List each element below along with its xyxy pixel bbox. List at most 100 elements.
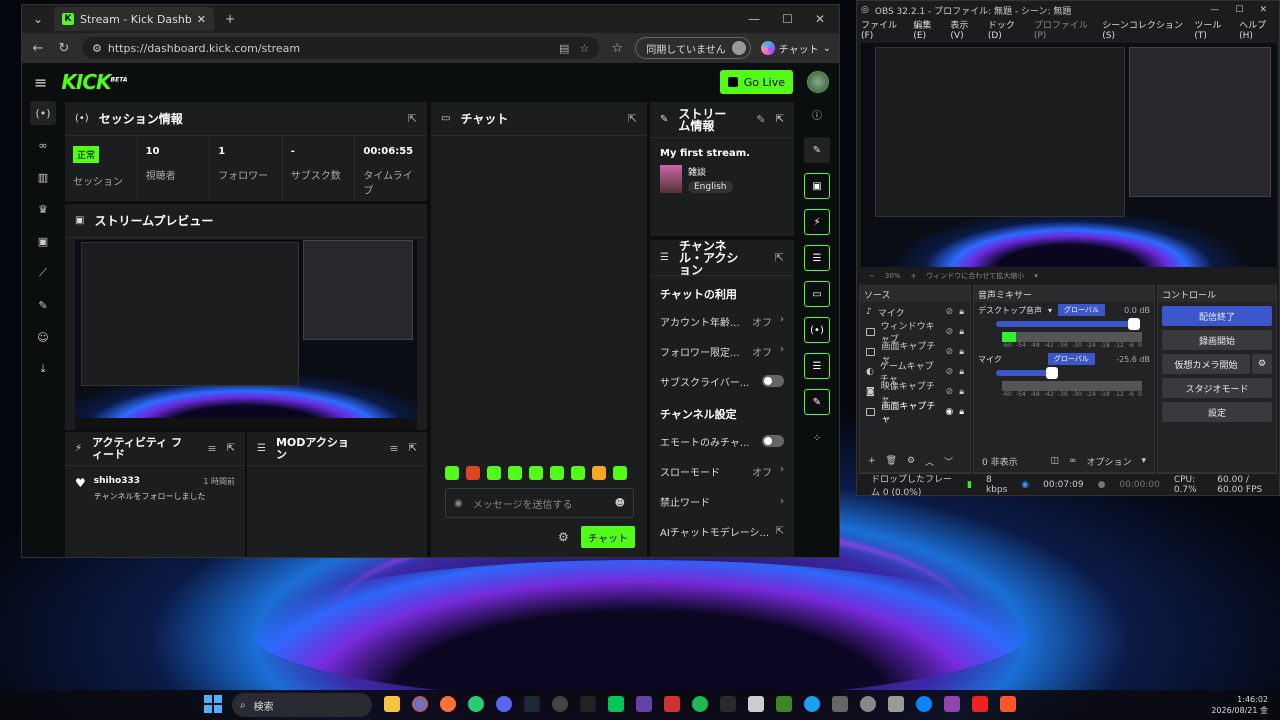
mixer-options-button[interactable]: オプション — [1086, 455, 1131, 468]
gear-icon[interactable]: ⚙ — [558, 530, 569, 544]
url-field[interactable]: ⚙ https://dashboard.kick.com/stream ▤ ☆ — [82, 37, 600, 59]
lock-icon[interactable]: 🔒︎ — [959, 387, 964, 397]
menu-profile[interactable]: プロファイル(P) — [1034, 18, 1092, 41]
chart-icon[interactable]: ⟋ — [30, 261, 56, 285]
layout-icon[interactable]: ◫ — [1050, 456, 1059, 466]
menu-tools[interactable]: ツール(T) — [1194, 18, 1229, 41]
back-icon[interactable]: ← — [30, 41, 46, 56]
maximize-icon[interactable]: ☐ — [1235, 5, 1243, 15]
gear-icon[interactable]: ⚙ — [1252, 354, 1272, 374]
edit-icon[interactable]: ✎ — [804, 137, 830, 163]
emote-icon[interactable] — [592, 466, 606, 480]
brave-icon[interactable] — [1000, 696, 1016, 712]
start-virtual-cam-button[interactable]: 仮想カメラ開始 — [1162, 354, 1250, 374]
tab-list-button[interactable]: ⌄ — [28, 9, 48, 29]
emote-icon[interactable] — [508, 466, 522, 480]
close-tab-icon[interactable]: ✕ — [197, 13, 206, 26]
gear-icon[interactable]: ⚙ — [907, 456, 915, 466]
menu-dock[interactable]: ドック(D) — [988, 18, 1024, 41]
obs-icon[interactable] — [552, 696, 568, 712]
maximize-icon[interactable]: ☐ — [782, 12, 793, 26]
download-icon[interactable]: ⤓ — [30, 357, 56, 381]
volume-slider[interactable] — [996, 318, 1140, 330]
new-tab-button[interactable]: + — [220, 9, 240, 29]
eye-off-icon[interactable]: ⊘ — [946, 367, 954, 377]
popout-icon[interactable]: ⇱ — [776, 114, 784, 125]
lock-icon[interactable]: 🔒︎ — [959, 367, 964, 377]
menu-help[interactable]: ヘルプ(H) — [1239, 18, 1275, 41]
vivaldi-icon[interactable] — [972, 696, 988, 712]
minecraft-icon[interactable] — [776, 696, 792, 712]
go-live-button[interactable]: Go Live — [719, 70, 793, 94]
chevron-down-icon[interactable]: ▾ — [1048, 306, 1052, 315]
menu-view[interactable]: 表示(V) — [950, 18, 977, 41]
start-recording-button[interactable]: 録画開始 — [1162, 330, 1272, 350]
video-icon[interactable]: ▣ — [30, 229, 56, 253]
volume-slider[interactable] — [996, 367, 1058, 379]
menu-edit[interactable]: 編集(E) — [913, 18, 940, 41]
volume-knob[interactable] — [1128, 318, 1140, 330]
chat-app-icon[interactable] — [804, 696, 820, 712]
app-icon[interactable] — [832, 696, 848, 712]
browser-icon[interactable] — [468, 696, 484, 712]
lock-icon[interactable]: 🔒︎ — [959, 327, 964, 337]
notepad-icon[interactable] — [748, 696, 764, 712]
smile-icon[interactable]: ☻ — [615, 498, 625, 509]
subscribers-only-toggle[interactable] — [762, 375, 784, 387]
eye-off-icon[interactable]: ⊘ — [946, 307, 954, 317]
stop-streaming-button[interactable]: 配信終了 — [1162, 306, 1272, 326]
emote-icon[interactable] — [466, 466, 480, 480]
volume-knob[interactable] — [1046, 367, 1058, 379]
lock-icon[interactable]: 🔒︎ — [959, 407, 964, 417]
tab-kick-dashboard[interactable]: K Stream - Kick Dashboard ✕ — [54, 7, 214, 31]
wrench-icon[interactable]: ✎ — [30, 293, 56, 317]
site-info-icon[interactable]: ⚙ — [92, 42, 102, 55]
favorites-icon[interactable]: ☆ — [609, 41, 625, 56]
ai-moderation-row[interactable]: AIチャットモデレーシ... ⇱ — [650, 516, 794, 546]
info-icon[interactable]: ⓘ — [804, 101, 830, 127]
user-avatar[interactable] — [807, 71, 829, 93]
chat-input[interactable]: ◉ メッセージを送信する ☻ — [445, 488, 634, 518]
stream-preview[interactable] — [75, 240, 417, 430]
spotify-icon[interactable] — [692, 696, 708, 712]
explorer-icon[interactable] — [384, 696, 400, 712]
trophy-icon[interactable]: ♛ — [30, 197, 56, 221]
source-item[interactable]: 画面キャプチャ ◉ 🔒︎ — [860, 402, 970, 425]
emote-icon[interactable] — [529, 466, 543, 480]
chrome-icon[interactable] — [412, 696, 428, 712]
users-icon[interactable]: ☺ — [30, 325, 56, 349]
minimize-icon[interactable]: — — [748, 12, 760, 26]
edit-icon[interactable]: ✎ — [756, 113, 765, 126]
close-icon[interactable]: ✕ — [815, 12, 825, 26]
taskbar-search[interactable]: ⌕ 検索 — [232, 693, 372, 717]
down-icon[interactable]: ﹀ — [944, 455, 953, 468]
eye-off-icon[interactable]: ⊘ — [946, 387, 954, 397]
emote-icon[interactable] — [487, 466, 501, 480]
firefox-icon[interactable] — [440, 696, 456, 712]
popout-icon[interactable]: ⇱ — [628, 112, 637, 125]
more-icon[interactable]: ⁘ — [804, 425, 830, 451]
epic-icon[interactable] — [720, 696, 736, 712]
filter-icon[interactable]: ≡ — [207, 442, 216, 455]
popout-icon[interactable]: ⇱ — [227, 443, 235, 454]
emote-icon[interactable] — [613, 466, 627, 480]
close-icon[interactable]: ✕ — [1259, 5, 1267, 15]
filter-icon[interactable]: ≡ — [389, 442, 398, 455]
popout-icon[interactable]: ⇱ — [775, 251, 784, 264]
taskbar-clock[interactable]: 1:46:02 2026/08/21 金 — [1211, 694, 1268, 716]
app-icon[interactable] — [636, 696, 652, 712]
slow-mode-row[interactable]: スローモード オフ › — [650, 456, 794, 486]
discord-icon[interactable] — [496, 696, 512, 712]
edge-icon[interactable] — [916, 696, 932, 712]
app-icon[interactable] — [944, 696, 960, 712]
followers-only-row[interactable]: フォロワー限定... オフ › — [650, 336, 794, 366]
settings-icon[interactable] — [860, 696, 876, 712]
zoom-out-icon[interactable]: − — [869, 272, 875, 280]
up-icon[interactable]: ︿ — [925, 455, 934, 468]
eye-off-icon[interactable]: ⊘ — [946, 327, 954, 337]
analytics-icon[interactable]: ▥ — [30, 165, 56, 189]
chat-send-button[interactable]: チャット — [581, 526, 635, 548]
menu-scene-collection[interactable]: シーンコレクション(S) — [1102, 18, 1184, 41]
copilot-button[interactable]: チャット ⌄ — [760, 41, 831, 56]
trash-icon[interactable]: 🗑︎ — [886, 456, 897, 466]
